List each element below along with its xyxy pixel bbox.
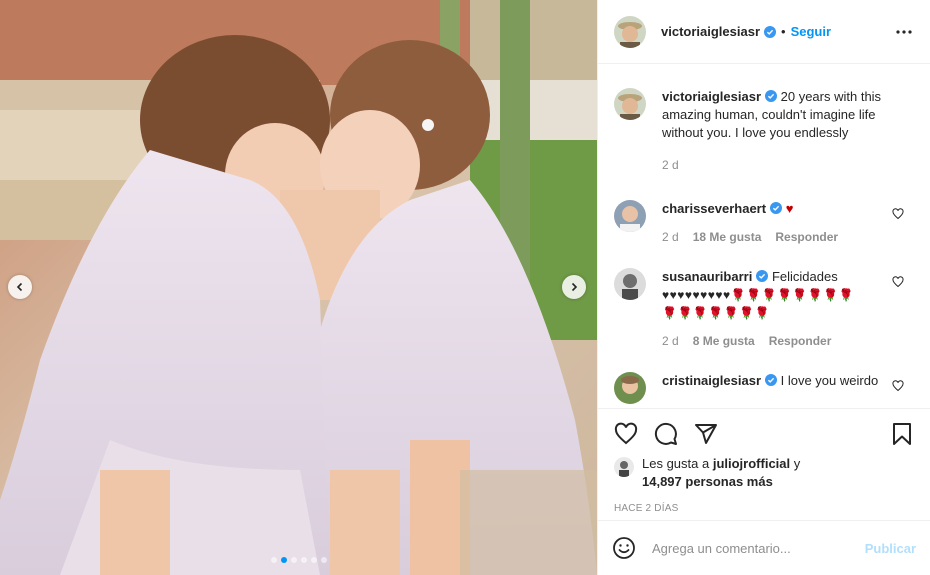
comment-emoji-roses-2: 🌹🌹🌹🌹🌹🌹🌹 (662, 306, 771, 320)
comment-emoji-roses: 🌹🌹🌹🌹🌹🌹🌹🌹 (730, 288, 855, 302)
reply-button[interactable]: Responder (775, 228, 838, 246)
verified-icon (765, 374, 777, 386)
avatar[interactable] (614, 268, 646, 300)
bookmark-icon[interactable] (890, 422, 914, 446)
comment-body: susanauribarri Felicidades ♥♥♥♥♥♥♥♥♥🌹🌹🌹🌹… (662, 268, 894, 350)
caption-body: victoriaiglesiasr 20 years with this ama… (662, 88, 894, 174)
liker-avatar[interactable] (614, 457, 634, 477)
comment-body: charisseverhaert ♥ 2 d 18 Me gusta Respo… (662, 200, 894, 246)
verified-icon (764, 25, 776, 38)
likes-others[interactable]: 14,897 personas más (642, 474, 773, 489)
follow-button[interactable]: Seguir (791, 24, 831, 39)
publish-button[interactable]: Publicar (865, 541, 916, 556)
instagram-post: victoriaiglesiasr • Seguir victoriaigles… (0, 0, 930, 575)
avatar[interactable] (614, 372, 646, 404)
carousel-dot (290, 557, 297, 563)
carousel-indicator (0, 557, 597, 563)
comments-list[interactable]: victoriaiglesiasr 20 years with this ama… (598, 64, 930, 408)
comment-body: cristinaiglesiasr I love you weirdo (662, 372, 894, 390)
comment-input[interactable] (652, 540, 852, 556)
comment-author[interactable]: cristinaiglesiasr (662, 373, 761, 388)
smile-icon[interactable] (612, 536, 636, 560)
like-comment-heart-icon[interactable] (892, 208, 904, 220)
comment-age[interactable]: 2 d (662, 228, 679, 246)
avatar[interactable] (614, 200, 646, 232)
comment-age[interactable]: 2 d (662, 332, 679, 350)
post-actions: Les gusta a juliojrofficial y 14,897 per… (598, 408, 930, 520)
liker-username[interactable]: juliojrofficial (713, 456, 790, 471)
author-username[interactable]: victoriaiglesiasr (661, 24, 760, 39)
carousel-dot (300, 557, 307, 563)
comment-likes[interactable]: 8 Me gusta (693, 332, 755, 350)
caption-author[interactable]: victoriaiglesiasr (662, 89, 761, 104)
carousel-prev-button[interactable] (8, 275, 32, 299)
comment-likes[interactable]: 18 Me gusta (693, 228, 762, 246)
post-photo (0, 0, 597, 575)
verified-icon (770, 202, 783, 214)
caption-age[interactable]: 2 d (662, 156, 679, 174)
share-icon[interactable] (694, 422, 718, 446)
post-timestamp[interactable]: HACE 2 DÍAS (614, 503, 914, 514)
likes-joiner: y (793, 456, 801, 471)
reply-button[interactable]: Responder (769, 332, 832, 350)
comment-author[interactable]: charisseverhaert (662, 201, 766, 216)
avatar-image (614, 268, 646, 300)
likes-summary: Les gusta a juliojrofficial y 14,897 per… (614, 455, 914, 491)
comment-text: ♥ (785, 201, 794, 216)
verified-icon (756, 270, 769, 282)
post-caption: victoriaiglesiasr 20 years with this ama… (614, 88, 914, 174)
liker-avatar-image (614, 457, 634, 477)
comment-item: susanauribarri Felicidades ♥♥♥♥♥♥♥♥♥🌹🌹🌹🌹… (614, 268, 914, 350)
carousel-dot (270, 557, 277, 563)
comment-emoji-hearts: ♥♥♥♥♥♥♥♥♥ (662, 288, 731, 302)
more-icon (896, 29, 912, 34)
avatar[interactable] (614, 15, 646, 48)
carousel-dot-active (280, 557, 287, 563)
carousel-dot (310, 557, 317, 563)
add-comment-bar: Publicar (598, 520, 930, 575)
carousel-next-button[interactable] (562, 275, 586, 299)
more-options-button[interactable] (892, 20, 916, 44)
post-media[interactable] (0, 0, 597, 575)
comment-author[interactable]: susanauribarri (662, 269, 752, 284)
action-icons (614, 421, 914, 447)
header-separator: • (781, 24, 786, 39)
avatar-image (614, 200, 646, 232)
avatar-image (614, 372, 646, 404)
comment-meta: 2 d 8 Me gusta Responder (662, 332, 894, 350)
verified-icon (765, 90, 777, 102)
comment-meta: 2 d 18 Me gusta Responder (662, 228, 894, 246)
avatar[interactable] (614, 88, 646, 120)
comment-text: I love you weirdo (780, 373, 879, 388)
post-header: victoriaiglesiasr • Seguir (598, 0, 930, 64)
caption-meta: 2 d (662, 156, 894, 174)
comment-icon[interactable] (654, 422, 678, 446)
heart-icon[interactable] (614, 422, 638, 446)
like-comment-heart-icon[interactable] (892, 276, 904, 288)
post-sidebar: victoriaiglesiasr • Seguir victoriaigles… (597, 0, 930, 575)
comment-item: cristinaiglesiasr I love you weirdo (614, 372, 914, 404)
avatar-image (614, 88, 646, 120)
likes-text: Les gusta a juliojrofficial y 14,897 per… (642, 455, 800, 491)
like-comment-heart-icon[interactable] (892, 380, 904, 392)
chevron-left-icon (16, 282, 23, 292)
carousel-dot (320, 557, 327, 563)
likes-prefix: Les gusta a (642, 456, 710, 471)
avatar-image (614, 15, 646, 48)
comment-text: Felicidades (771, 269, 838, 284)
chevron-right-icon (571, 282, 578, 292)
comment-item: charisseverhaert ♥ 2 d 18 Me gusta Respo… (614, 200, 914, 246)
